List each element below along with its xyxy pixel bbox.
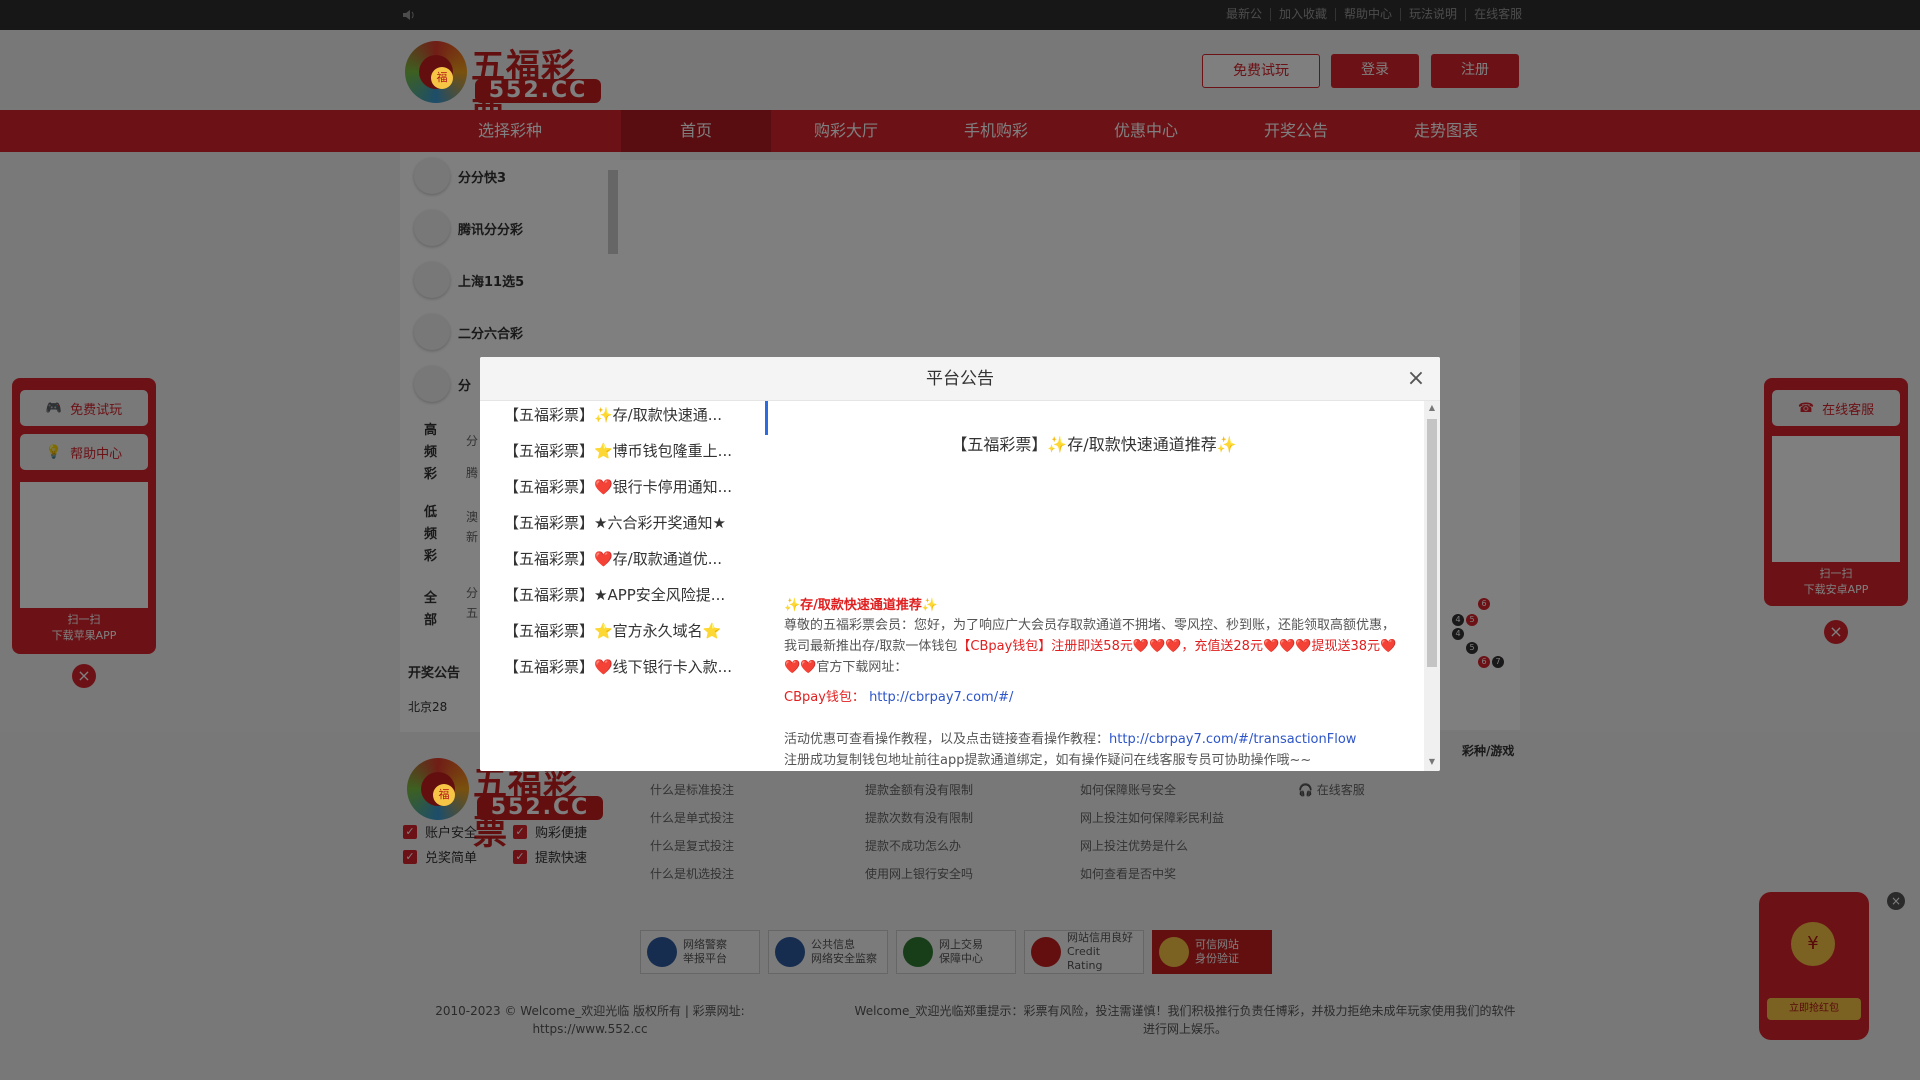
announcement-item[interactable]: 【五福彩票】★六合彩开奖通知★ — [504, 509, 754, 537]
para-highlight: 【CBpay钱包】注册即送58元❤️❤️❤️，充值送28元❤️❤️❤️提现送38… — [957, 639, 1381, 654]
announcement-item[interactable]: 【五福彩票】★APP安全风险提... — [504, 581, 754, 609]
tutorial-line: 活动优惠可查看操作教程，以及点击链接查看操作教程：http://cbrpay7.… — [784, 729, 1404, 750]
logo-fu-badge: 福 — [431, 67, 453, 89]
announcement-item[interactable]: 【五福彩票】❤️银行卡停用通知... — [504, 473, 754, 501]
cbpay-line: CBpay钱包： http://cbrpay7.com/#/ — [784, 687, 1404, 708]
announcement-modal: 平台公告 × 【五福彩票】✨存/取款快速通... 【五福彩票】⭐博币钱包隆重上.… — [480, 357, 1440, 771]
modal-title: 平台公告 — [480, 357, 1440, 401]
announcement-item[interactable]: 【五福彩票】⭐博币钱包隆重上... — [504, 437, 754, 465]
logo-fu-badge: 福 — [433, 784, 455, 806]
active-item-indicator — [765, 401, 768, 435]
announcement-title: 【五福彩票】✨存/取款快速通道推荐✨ — [951, 435, 1237, 454]
announcement-item[interactable]: 【五福彩票】⭐官方永久域名⭐ — [504, 617, 754, 645]
announcement-note: 注册成功复制钱包地址前往app提款通道绑定，如有操作疑问在线客服专员可协助操作哦… — [784, 753, 1312, 768]
announcement-paragraph: 尊敬的五福彩票会员：您好，为了响应广大会员存取款通道不拥堵、零风控、秒到账，还能… — [784, 615, 1404, 678]
announcement-body: 【五福彩票】✨存/取款快速通道推荐✨ ✨存/取款快速通道推荐✨ 尊敬的五福彩票会… — [784, 401, 1404, 771]
announcement-list: 【五福彩票】✨存/取款快速通... 【五福彩票】⭐博币钱包隆重上... 【五福彩… — [480, 401, 768, 771]
close-icon[interactable]: × — [1404, 367, 1428, 391]
scroll-down-icon[interactable]: ▼ — [1427, 757, 1437, 766]
cbpay-link[interactable]: http://cbrpay7.com/#/ — [869, 690, 1013, 705]
announcement-item[interactable]: 【五福彩票】❤️存/取款通道优... — [504, 545, 754, 573]
announcement-subtitle: ✨存/取款快速通道推荐✨ — [784, 598, 939, 613]
cbpay-label: CBpay钱包： — [784, 690, 865, 705]
modal-scrollbar[interactable]: ▲ ▼ — [1424, 401, 1440, 771]
scroll-up-icon[interactable]: ▲ — [1427, 403, 1437, 412]
tutorial-link[interactable]: http://cbrpay7.com/#/transactionFlow — [1109, 732, 1356, 747]
announcement-item[interactable]: 【五福彩票】❤️线下银行卡入款... — [504, 653, 754, 681]
scroll-thumb[interactable] — [1427, 419, 1437, 667]
para-text: 活动优惠可查看操作教程，以及点击链接查看操作教程： — [784, 732, 1110, 747]
announcement-item[interactable]: 【五福彩票】✨存/取款快速通... — [504, 401, 754, 429]
